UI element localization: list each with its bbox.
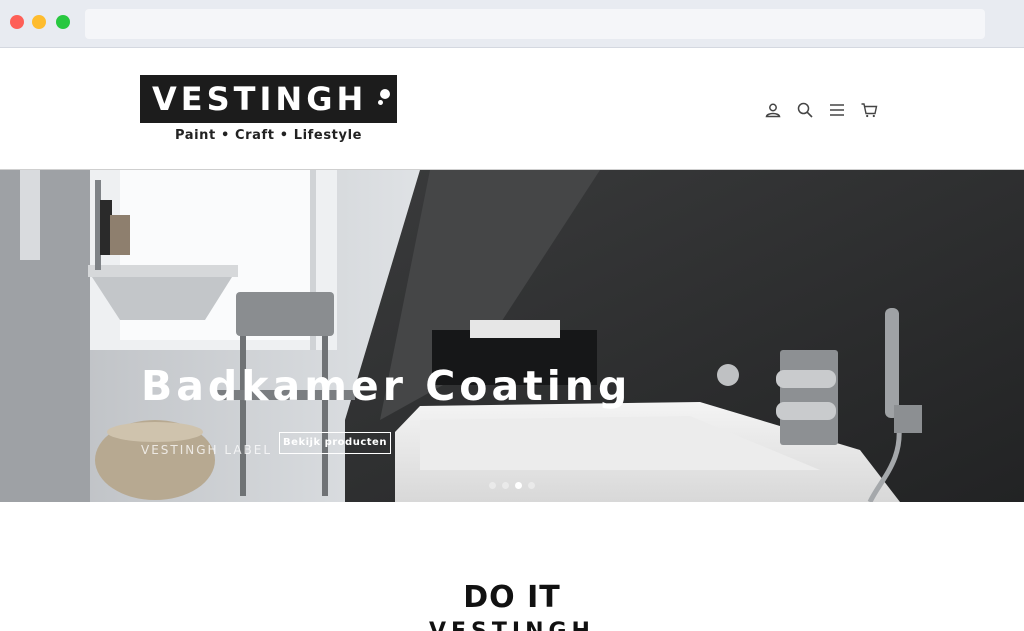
hero-subtitle: VESTINGH LABEL (141, 443, 273, 457)
maximize-window-button[interactable] (56, 15, 70, 29)
slide-dot-3[interactable] (515, 482, 522, 489)
account-icon[interactable] (764, 101, 782, 119)
minimize-window-button[interactable] (32, 15, 46, 29)
slide-dot-4[interactable] (528, 482, 535, 489)
logo-paint-dot (380, 89, 390, 99)
logo-box: VESTINGH (140, 75, 397, 123)
cart-icon[interactable] (860, 101, 878, 119)
close-window-button[interactable] (10, 15, 24, 29)
section-heading: DO IT (463, 580, 561, 615)
search-icon[interactable] (796, 101, 814, 119)
hero-title: Badkamer Coating (141, 362, 632, 410)
menu-icon[interactable] (828, 101, 846, 119)
logo-tagline: Paint • Craft • Lifestyle (174, 128, 363, 143)
slide-dot-2[interactable] (502, 482, 509, 489)
section-subheading: VESTINGH (0, 620, 1024, 631)
slideshow-dots (489, 482, 535, 489)
view-products-button[interactable]: Bekijk producten (279, 432, 391, 454)
site-logo[interactable]: VESTINGH Paint • Craft • Lifestyle (140, 75, 397, 145)
hero-slideshow[interactable]: Badkamer Coating VESTINGH LABEL Bekijk p… (0, 170, 1024, 502)
logo-paint-drip (378, 100, 383, 105)
logo-text: VESTINGH (152, 80, 368, 118)
site-header: VESTINGH Paint • Craft • Lifestyle (0, 48, 1024, 170)
browser-chrome (0, 0, 1024, 48)
header-icons (764, 100, 878, 120)
slide-dot-1[interactable] (489, 482, 496, 489)
address-bar[interactable] (85, 9, 985, 39)
